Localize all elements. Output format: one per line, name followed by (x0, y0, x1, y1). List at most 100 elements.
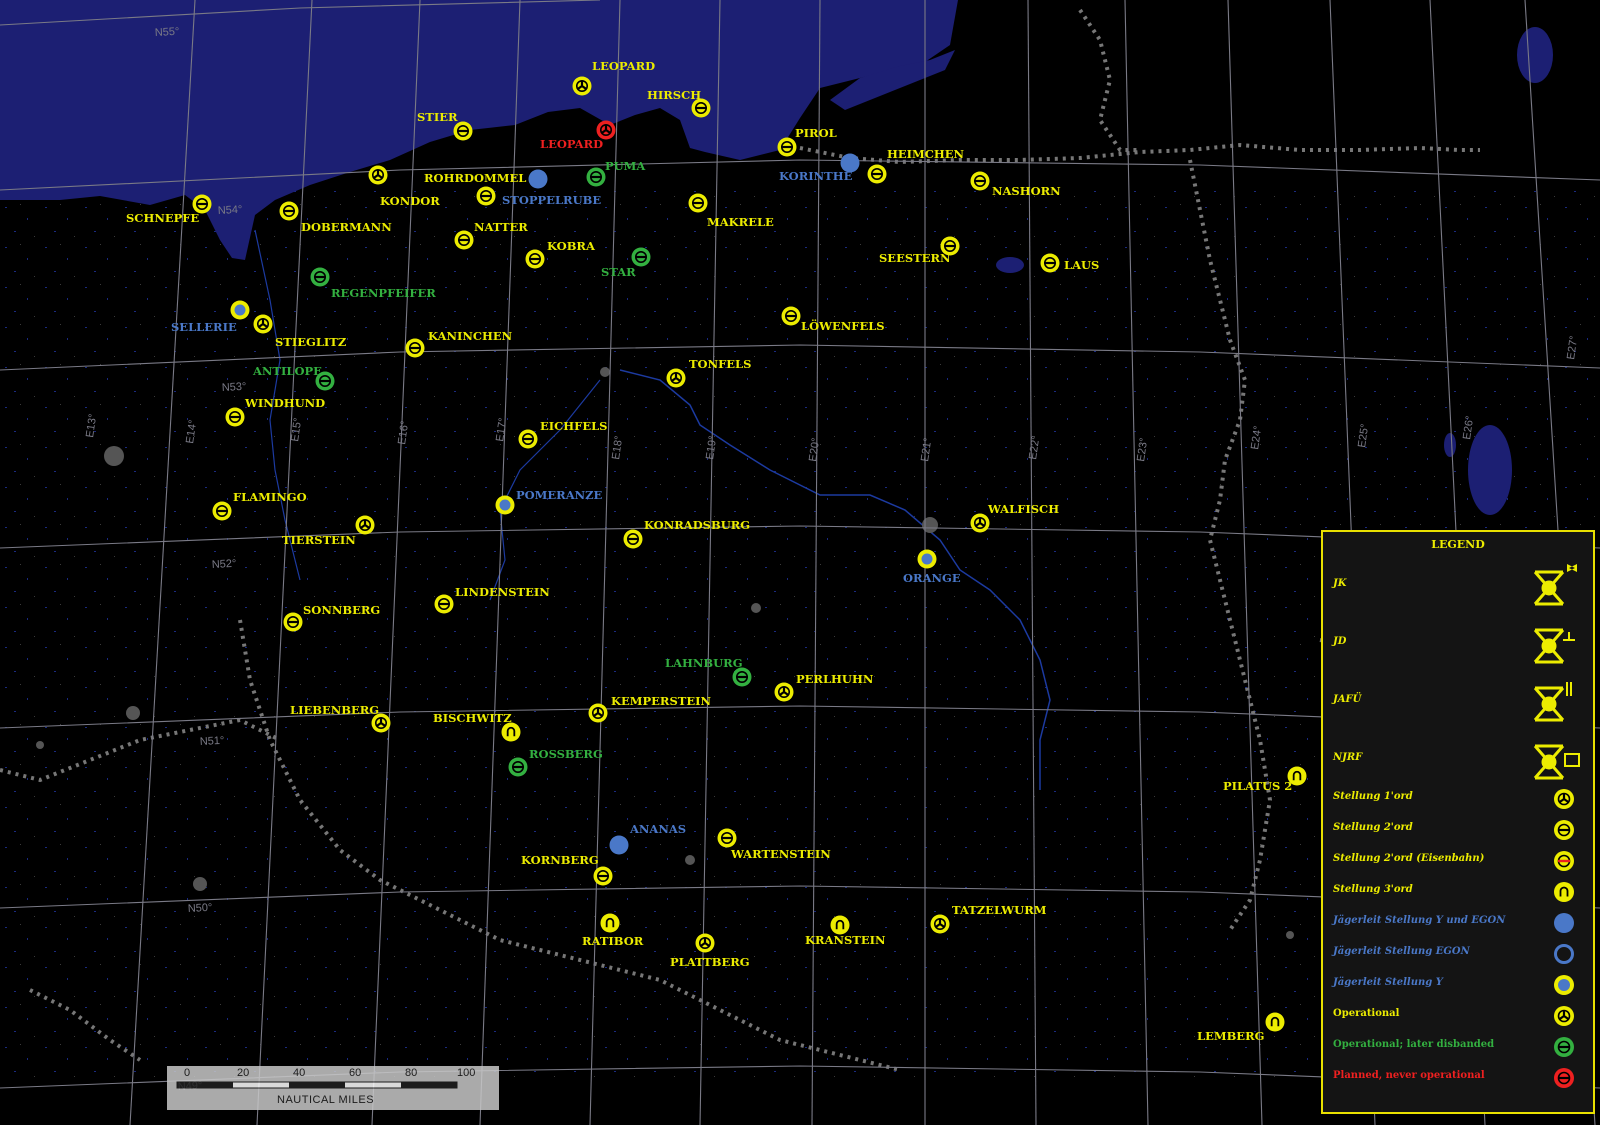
station-marker[interactable] (774, 682, 794, 702)
station-label: PERLHUHN (796, 672, 874, 686)
latitude-label: N51° (200, 735, 225, 748)
station-label: ANANAS (629, 822, 686, 836)
station-label: KANINCHEN (428, 329, 513, 343)
station-marker[interactable] (528, 169, 548, 189)
station-marker[interactable] (688, 193, 708, 213)
station-marker[interactable] (970, 513, 990, 533)
station-label: PILATUS 2 (1223, 779, 1292, 793)
second-order-icon (1554, 820, 1574, 840)
station-marker[interactable] (830, 915, 850, 935)
station-marker[interactable] (508, 757, 528, 777)
station-label: NASHORN (992, 184, 1061, 198)
station-label: ANTILOPE (252, 364, 322, 378)
egon-icon (1554, 944, 1574, 964)
station-marker[interactable] (495, 495, 515, 515)
station-marker[interactable] (518, 429, 538, 449)
legend-label: Stellung 2'ord (1333, 822, 1413, 833)
third-order-icon (1554, 882, 1574, 902)
station-label: SELLERIE (171, 320, 237, 334)
station-marker[interactable] (368, 165, 388, 185)
station-marker[interactable] (970, 171, 990, 191)
legend-radar-row: JK (1333, 560, 1587, 612)
y-icon (1554, 975, 1574, 995)
station-label: ROSSBERG (529, 747, 603, 761)
station-marker[interactable] (453, 121, 473, 141)
station-marker[interactable] (253, 314, 273, 334)
station-marker[interactable] (917, 549, 937, 569)
station-label: ORANGE (903, 571, 961, 585)
scale-tick: 80 (405, 1067, 418, 1079)
station-marker[interactable] (212, 501, 232, 521)
legend-symbol-row: Jägerleit Stellung EGON (1333, 941, 1587, 967)
lake (996, 257, 1024, 273)
jafue-radar-icon (1533, 682, 1572, 722)
station-label: SONNBERG (303, 603, 380, 617)
station-label: RATIBOR (582, 934, 644, 948)
station-label: KRANSTEIN (805, 933, 886, 947)
legend-symbol-row: Planned, never operational (1333, 1065, 1587, 1091)
station-marker[interactable] (230, 300, 250, 320)
station-marker[interactable] (781, 306, 801, 326)
legend-symbol-row: Jägerleit Stellung Y und EGON (1333, 910, 1587, 936)
station-marker[interactable] (283, 612, 303, 632)
legend-label: Stellung 1'ord (1333, 791, 1413, 802)
station-marker[interactable] (525, 249, 545, 269)
latitude-label: N50° (188, 902, 213, 915)
legend-symbol-row: Stellung 2'ord (1333, 817, 1587, 843)
station-marker[interactable] (600, 913, 620, 933)
station-marker[interactable] (631, 247, 651, 267)
station-marker[interactable] (930, 914, 950, 934)
station-marker[interactable] (867, 164, 887, 184)
station-marker[interactable] (1265, 1012, 1285, 1032)
station-label: NATTER (474, 220, 528, 234)
station-marker[interactable] (609, 835, 629, 855)
legend-label: Operational; later disbanded (1333, 1039, 1495, 1050)
station-label: LEOPARD (592, 59, 655, 73)
station-marker[interactable] (476, 186, 496, 206)
station-marker[interactable] (588, 703, 608, 723)
station-label: BISCHWITZ (433, 711, 512, 725)
station-marker[interactable] (593, 866, 613, 886)
station-marker[interactable] (355, 515, 375, 535)
station-marker[interactable] (695, 933, 715, 953)
scale-unit: NAUTICAL MILES (277, 1094, 375, 1106)
station-marker[interactable] (777, 137, 797, 157)
station-label: STOPPELRUBE (502, 193, 601, 207)
station-label: KORNBERG (521, 853, 599, 867)
station-marker[interactable] (732, 667, 752, 687)
station-marker[interactable] (1040, 253, 1060, 273)
legend-radar-row: JD (1333, 618, 1587, 670)
station-label: REGENPFEIFER (331, 286, 436, 300)
legend-label: JAFÜ (1333, 694, 1362, 705)
station-marker[interactable] (501, 722, 521, 742)
station-label: DOBERMANN (301, 220, 392, 234)
station-marker[interactable] (623, 529, 643, 549)
station-marker[interactable] (405, 338, 425, 358)
station-marker[interactable] (225, 407, 245, 427)
legend-radar-row: NJRF (1333, 734, 1587, 786)
station-marker[interactable] (586, 167, 606, 187)
station-marker[interactable] (666, 368, 686, 388)
station-marker[interactable] (310, 267, 330, 287)
lake (1444, 433, 1456, 457)
station-marker[interactable] (454, 230, 474, 250)
station-label: KONDOR (380, 194, 440, 208)
station-label: TATZELWURM (952, 903, 1047, 917)
station-label: LEOPARD (540, 137, 603, 151)
station-marker[interactable] (434, 594, 454, 614)
station-label: WARTENSTEIN (730, 847, 831, 861)
station-label: WALFISCH (987, 502, 1059, 516)
legend-label: NJRF (1333, 752, 1363, 763)
station-marker[interactable] (279, 201, 299, 221)
scale-tick: 100 (457, 1067, 476, 1079)
jk-radar-icon (1533, 564, 1577, 606)
station-label: KEMPERSTEIN (611, 694, 711, 708)
latitude-label: N52° (212, 558, 237, 571)
station-marker[interactable] (717, 828, 737, 848)
legend-label: JK (1333, 578, 1347, 589)
station-marker[interactable] (572, 76, 592, 96)
station-label: ROHRDOMMEL (424, 171, 526, 185)
station-label: STIER (417, 110, 458, 124)
station-label: LEMBERG (1197, 1029, 1264, 1043)
scale-tick: 20 (237, 1067, 250, 1079)
